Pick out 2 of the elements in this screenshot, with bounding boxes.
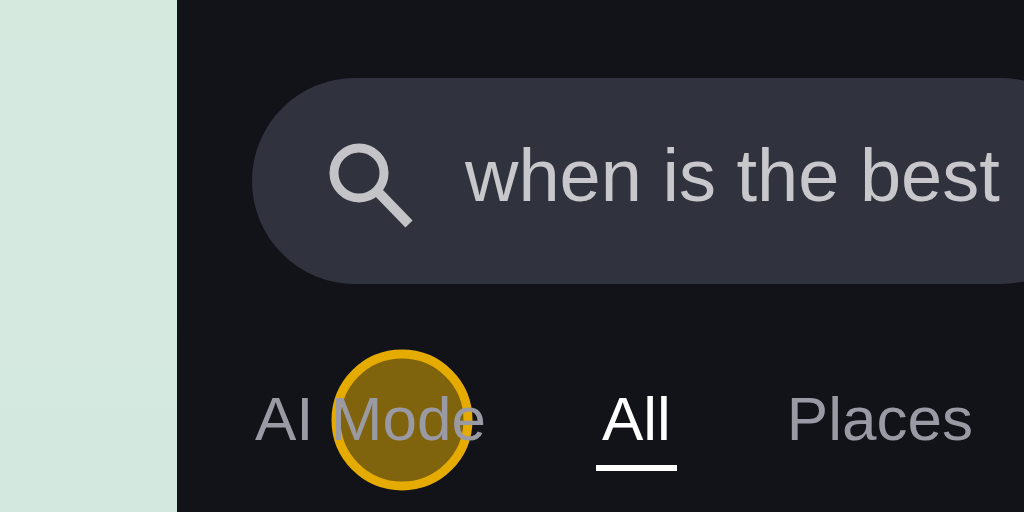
tab[interactable]: Places bbox=[780, 367, 979, 471]
tab[interactable]: All bbox=[595, 367, 677, 471]
